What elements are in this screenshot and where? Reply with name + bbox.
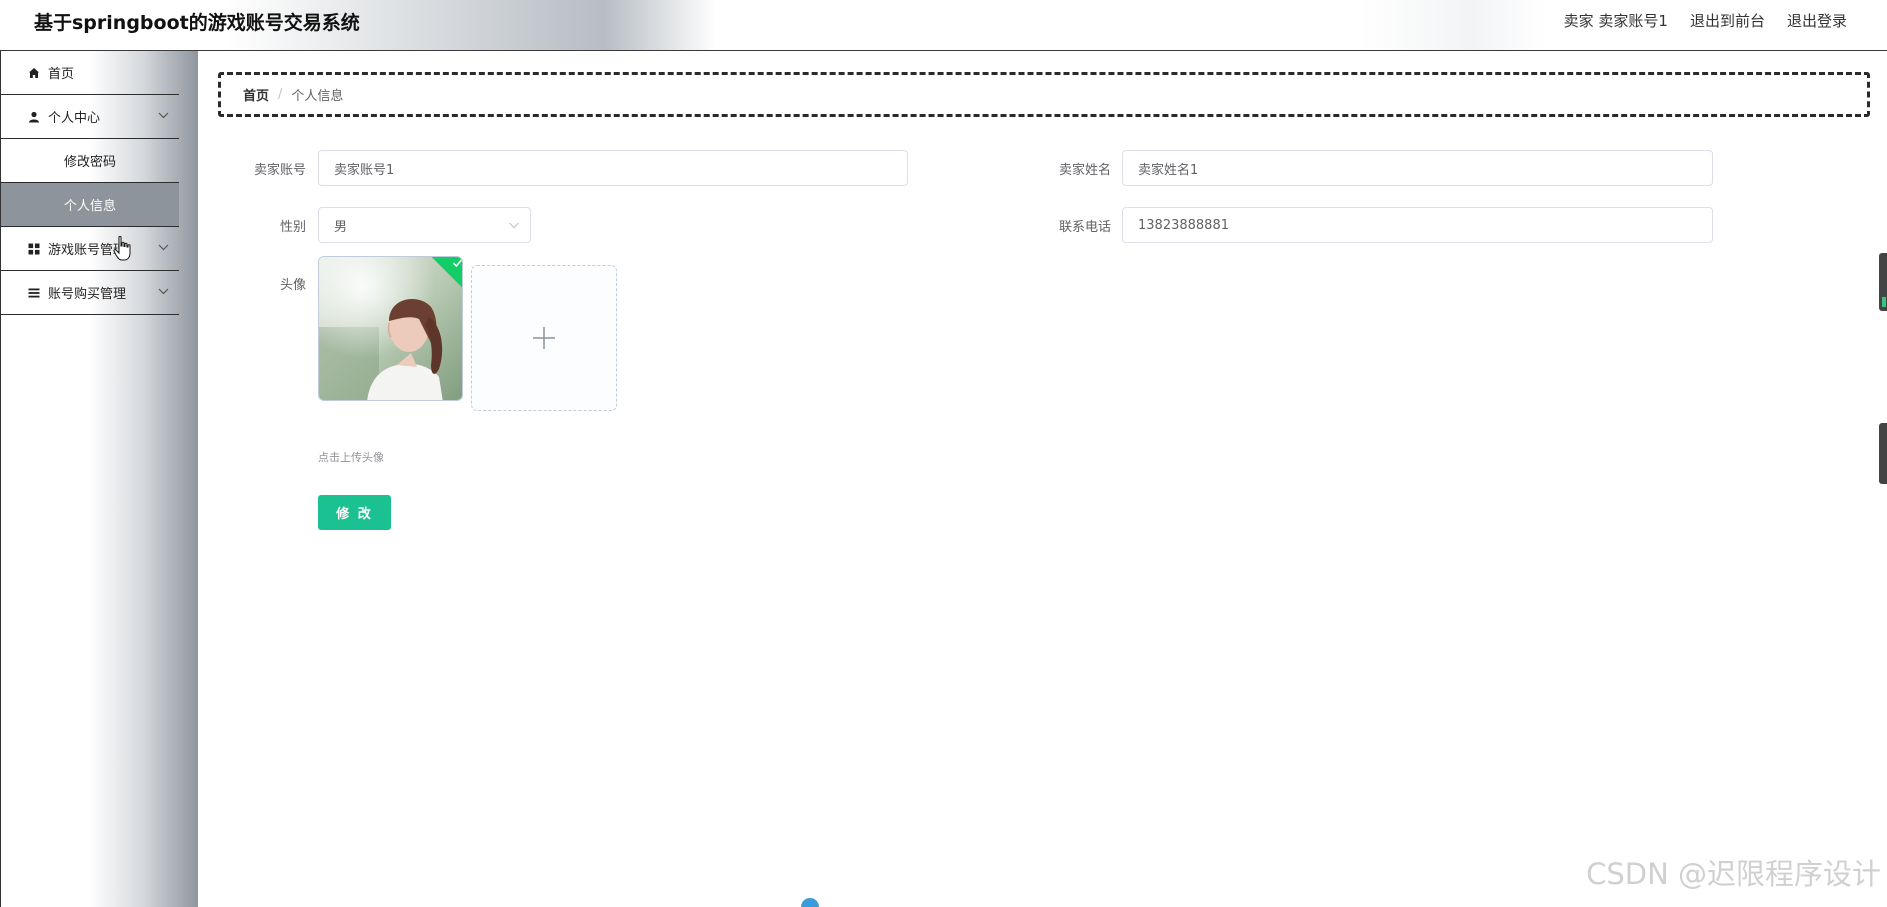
phone-label: 联系电话 (1058, 220, 1111, 235)
avatar-upload-hint: 点击上传头像 (318, 451, 384, 464)
sidebar-subitem-change-password[interactable]: 修改密码 (1, 139, 179, 183)
chevron-down-icon (157, 109, 169, 121)
phone-input[interactable] (1122, 207, 1713, 243)
chevron-down-icon (157, 241, 169, 253)
breadcrumb-current: 个人信息 (291, 89, 344, 104)
home-icon (27, 66, 40, 79)
logout-link[interactable]: 退出登录 (1787, 10, 1847, 31)
avatar-upload-button[interactable] (471, 265, 617, 411)
sidebar-item-game-account-management[interactable]: 游戏账号管理 (1, 227, 179, 271)
seller-account-label: 卖家账号 (253, 163, 306, 178)
sidebar-item-label: 个人中心 (48, 111, 101, 126)
avatar-image[interactable] (318, 256, 463, 401)
check-icon (452, 259, 462, 267)
sidebar-subitem-personal-info[interactable]: 个人信息 (1, 183, 179, 227)
list-icon (27, 286, 40, 299)
scroll-handle[interactable] (1879, 253, 1887, 311)
grid-icon (27, 242, 40, 255)
sidebar-item-personal-center[interactable]: 个人中心 (1, 95, 179, 139)
sidebar-subitem-label: 个人信息 (63, 199, 116, 214)
sidebar: 首页 个人中心 修改密码 个人信息 游戏账号管理 账号购买管理 (0, 51, 198, 907)
gender-selected-value: 男 (334, 219, 348, 235)
mouse-pointer-icon (113, 235, 133, 262)
seller-name-label: 卖家姓名 (1058, 163, 1111, 178)
current-user: 卖家 卖家账号1 (1564, 10, 1668, 31)
sidebar-subitem-label: 修改密码 (63, 155, 116, 170)
sidebar-item-home[interactable]: 首页 (1, 51, 179, 95)
user-icon (27, 110, 40, 123)
seller-account-input[interactable] (318, 150, 908, 186)
chevron-down-icon (157, 285, 169, 297)
side-panel-handle[interactable] (1879, 423, 1887, 484)
header-actions: 卖家 卖家账号1 退出到前台 退出登录 (1564, 10, 1847, 31)
floating-indicator (801, 898, 819, 907)
sidebar-item-account-purchase-management[interactable]: 账号购买管理 (1, 271, 179, 315)
app-title: 基于springboot的游戏账号交易系统 (34, 12, 360, 34)
seller-name-input[interactable] (1122, 150, 1713, 186)
gender-select[interactable]: 男 (318, 207, 531, 243)
breadcrumb-home[interactable]: 首页 (243, 85, 269, 104)
avatar-label: 头像 (279, 278, 306, 293)
sidebar-item-label: 账号购买管理 (48, 287, 127, 302)
exit-to-front-link[interactable]: 退出到前台 (1690, 10, 1765, 31)
user-account: 卖家账号1 (1598, 12, 1668, 30)
gender-label: 性别 (279, 220, 306, 235)
chevron-down-icon (508, 219, 520, 231)
breadcrumb-separator: / (278, 87, 283, 102)
user-role: 卖家 (1563, 12, 1594, 30)
breadcrumb: 首页 / 个人信息 (218, 72, 1870, 117)
submit-button[interactable]: 修 改 (318, 495, 391, 530)
watermark: CSDN @迟限程序设计 (1586, 857, 1881, 891)
top-header: 基于springboot的游戏账号交易系统 卖家 卖家账号1 退出到前台 退出登… (0, 0, 1887, 51)
sidebar-item-label: 首页 (48, 67, 75, 82)
plus-icon (533, 327, 555, 349)
